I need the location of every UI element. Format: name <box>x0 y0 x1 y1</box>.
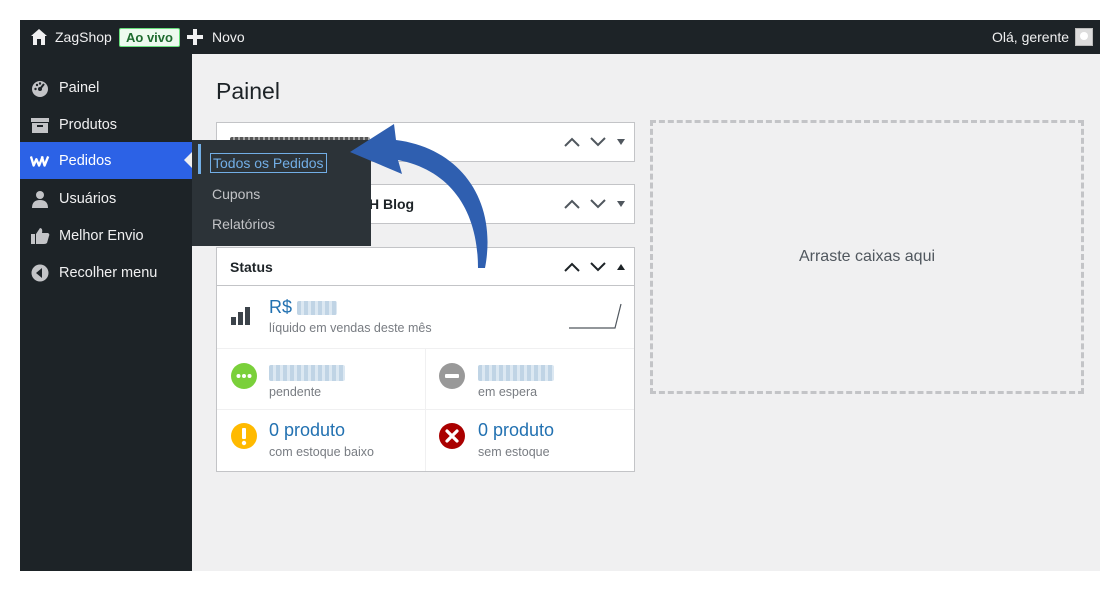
admin-frame: ZagShop Ao vivo Novo Olá, gerente Painel… <box>20 20 1100 571</box>
dashboard-icon <box>30 78 50 98</box>
sparkline <box>569 301 625 336</box>
archive-icon <box>30 115 50 135</box>
user-greeting[interactable]: Olá, gerente <box>992 20 1069 54</box>
plus-icon[interactable] <box>187 20 203 54</box>
currency-label: R$ <box>269 297 293 317</box>
toggle-arrow-icon[interactable] <box>616 200 626 208</box>
sidebar-item-melhor-envio[interactable]: Melhor Envio <box>20 217 192 254</box>
sidebar-item-pedidos[interactable]: Pedidos <box>20 142 192 179</box>
status-outstock-row[interactable]: 0 produto sem estoque <box>426 410 634 471</box>
lowstock-caption: com estoque baixo <box>269 445 374 459</box>
status-lowstock-row[interactable]: 0 produto com estoque baixo <box>217 410 426 471</box>
onhold-count-obscured <box>478 365 554 381</box>
admin-bar: ZagShop Ao vivo Novo Olá, gerente <box>20 20 1100 54</box>
sidebar-item-painel[interactable]: Painel <box>20 69 192 106</box>
status-pending-row[interactable]: pendente <box>217 349 426 410</box>
bar-chart-icon <box>231 305 255 330</box>
site-name-link[interactable]: ZagShop <box>55 20 112 54</box>
woo-icon <box>30 151 50 171</box>
home-icon[interactable] <box>30 20 48 54</box>
sales-caption: líquido em vendas deste mês <box>269 321 432 335</box>
chevron-down-icon[interactable] <box>590 137 606 147</box>
annotation-arrow-icon <box>350 124 488 268</box>
submenu-cupons[interactable]: Cupons <box>212 186 260 202</box>
collapse-menu-button[interactable]: Recolher menu <box>20 254 192 291</box>
warning-icon <box>231 423 257 454</box>
sidebar-item-label: Usuários <box>59 190 117 207</box>
live-status-badge: Ao vivo <box>119 27 180 47</box>
collapse-icon <box>30 263 50 283</box>
admin-sidebar: Painel Produtos Pedidos Usuários Melhor … <box>20 54 192 571</box>
page-title: Painel <box>216 78 280 104</box>
submenu-relatorios[interactable]: Relatórios <box>212 216 275 232</box>
onhold-caption: em espera <box>478 385 538 399</box>
widget-title: Status <box>230 258 273 275</box>
outstock-caption: sem estoque <box>478 445 550 459</box>
sidebar-item-label: Recolher menu <box>59 264 158 281</box>
toggle-arrow-icon[interactable] <box>616 138 626 146</box>
sidebar-item-usuarios[interactable]: Usuários <box>20 180 192 217</box>
obscured-value <box>297 301 338 316</box>
chevron-up-icon[interactable] <box>564 137 580 147</box>
sidebar-item-label: Produtos <box>59 116 118 133</box>
avatar[interactable] <box>1075 28 1093 46</box>
pending-icon <box>231 363 257 394</box>
on-hold-icon <box>439 363 465 394</box>
pending-count-obscured <box>269 365 345 381</box>
sidebar-item-label: Pedidos <box>59 152 112 169</box>
sidebar-item-produtos[interactable]: Produtos <box>20 106 192 143</box>
sales-amount[interactable]: R$ <box>269 297 338 318</box>
status-widget: Status R$ líquido em vendas deste mês pe… <box>216 247 635 472</box>
chevron-down-icon[interactable] <box>590 199 606 209</box>
sidebar-item-label: Painel <box>59 79 100 96</box>
lowstock-value[interactable]: 0 produto <box>269 420 345 441</box>
drop-zone-label: Arraste caixas aqui <box>798 248 936 265</box>
toggle-arrow-icon[interactable] <box>616 263 626 271</box>
sidebar-item-label: Melhor Envio <box>59 227 144 244</box>
submenu-todos-os-pedidos[interactable]: Todos os Pedidos <box>210 153 327 173</box>
outstock-value[interactable]: 0 produto <box>478 420 554 441</box>
chevron-up-icon[interactable] <box>564 199 580 209</box>
user-icon <box>30 189 50 209</box>
error-icon <box>439 423 465 454</box>
chevron-down-icon[interactable] <box>590 262 606 272</box>
status-onhold-row[interactable]: em espera <box>426 349 634 410</box>
drop-zone[interactable]: Arraste caixas aqui <box>650 120 1084 394</box>
new-content-link[interactable]: Novo <box>212 20 245 54</box>
pending-caption: pendente <box>269 385 322 399</box>
chevron-up-icon[interactable] <box>564 262 580 272</box>
thumbs-up-icon <box>30 226 50 246</box>
status-sales-row[interactable]: R$ líquido em vendas deste mês <box>217 287 634 349</box>
